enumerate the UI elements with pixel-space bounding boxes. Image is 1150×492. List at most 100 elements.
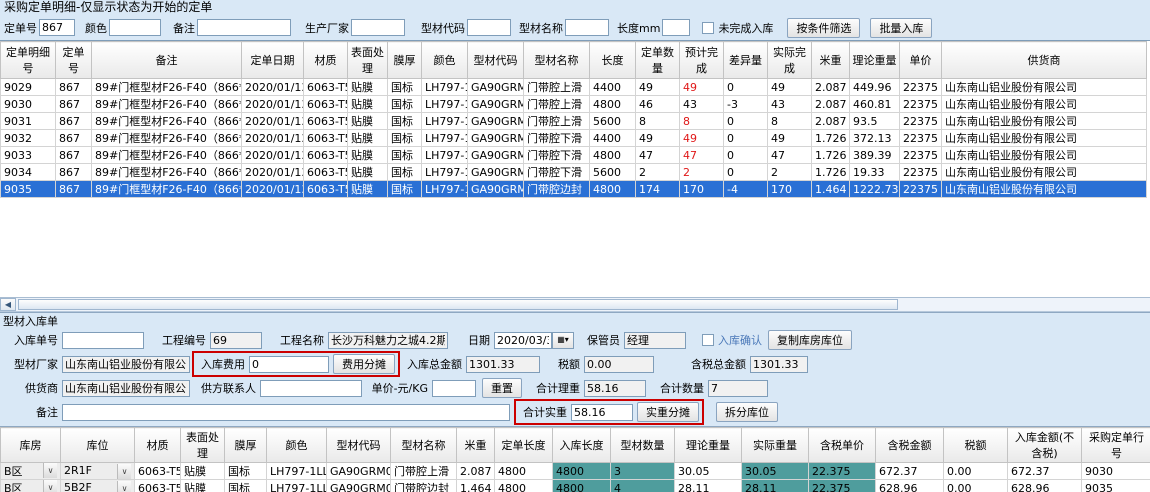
total-theory-weight-input[interactable] [584,380,646,397]
actual-weight-alert-box: 合计实重 实重分摊 [514,399,704,425]
supplier-input[interactable] [62,380,190,397]
column-header[interactable]: 材质 [304,42,348,79]
column-header[interactable]: 型材数量 [611,428,675,463]
column-header[interactable]: 含税金额 [876,428,944,463]
calendar-dropdown-icon[interactable]: ▦▾ [552,332,574,349]
tax-input[interactable] [584,356,654,373]
dropdown-arrow-icon[interactable]: ∨ [43,463,57,478]
table-cell: 5600 [590,164,636,181]
unfinished-inbound-checkbox[interactable] [702,22,714,34]
tax-total-input[interactable] [750,356,808,373]
column-header[interactable]: 长度 [590,42,636,79]
table-cell: 4800 [590,96,636,113]
column-header[interactable]: 备注 [92,42,242,79]
date-input[interactable] [494,332,552,349]
column-header[interactable]: 表面处理 [181,428,225,463]
column-header[interactable]: 理论重量 [850,42,900,79]
column-header[interactable]: 实际完成 [768,42,812,79]
inbound-fee-input[interactable] [249,356,329,373]
manufacturer-filter-input[interactable] [351,19,405,36]
inbound-total-input[interactable] [466,356,540,373]
table-cell: 4400 [590,79,636,96]
table-cell: 6063-T5 [304,147,348,164]
column-header[interactable]: 膜厚 [388,42,422,79]
scrollbar-thumb[interactable] [18,299,898,310]
column-header[interactable]: 定单数量 [636,42,680,79]
scroll-left-arrow-icon[interactable]: ◀ [0,298,16,311]
remark-input[interactable] [62,404,510,421]
table-row[interactable]: 903086789#门框型材F26-F40（866*867）2020/01/13… [1,96,1147,113]
filter-by-condition-button[interactable]: 按条件筛选 [787,18,860,38]
batch-inbound-button[interactable]: 批量入库 [870,18,932,38]
column-header[interactable]: 材质 [135,428,181,463]
column-header[interactable]: 定单明细号 [1,42,56,79]
inbound-no-input[interactable] [62,332,144,349]
order-no-input[interactable] [39,19,75,36]
table-row[interactable]: 903186789#门框型材F26-F40（866*867）2020/01/13… [1,113,1147,130]
project-name-input[interactable] [328,332,448,349]
table-cell: GA90GRM03 [468,96,524,113]
column-header[interactable]: 实际重量 [742,428,809,463]
column-header[interactable]: 膜厚 [225,428,267,463]
column-header[interactable]: 库房 [1,428,61,463]
remark-filter-input[interactable] [197,19,291,36]
inbound-form-section: 型材入库单 入库单号 工程编号 工程名称 日期 ▦▾ 保管员 入库确认 复制库房… [0,312,1150,492]
column-header[interactable]: 采购定单行号 [1082,428,1150,463]
table-cell: 4800 [495,463,553,480]
total-qty-input[interactable] [708,380,768,397]
column-header[interactable]: 定单号 [56,42,92,79]
dropdown-arrow-icon[interactable]: ∨ [43,480,57,492]
split-location-button[interactable]: 拆分库位 [716,402,778,422]
column-header[interactable]: 入库长度 [553,428,611,463]
table-row[interactable]: 903286789#门框型材F26-F40（866*867）2020/01/13… [1,130,1147,147]
inbound-confirm-checkbox[interactable] [702,334,714,346]
table-row[interactable]: 903386789#门框型材F26-F40（866*867）2020/01/13… [1,147,1147,164]
table-row[interactable]: 903586789#门框型材F26-F40（866*867）2020/01/13… [1,181,1147,198]
column-header[interactable]: 定单长度 [495,428,553,463]
column-header[interactable]: 型材名称 [391,428,457,463]
supplier-contact-input[interactable] [260,380,362,397]
fee-allocate-button[interactable]: 费用分摊 [333,354,395,374]
dropdown-arrow-icon[interactable]: ∨ [117,464,131,479]
column-header[interactable]: 型材代码 [327,428,391,463]
actual-weight-allocate-button[interactable]: 实重分摊 [637,402,699,422]
column-header[interactable]: 颜色 [267,428,327,463]
column-header[interactable]: 型材代码 [468,42,524,79]
column-header[interactable]: 库位 [61,428,135,463]
column-header[interactable]: 税额 [944,428,1008,463]
column-header[interactable]: 表面处理 [348,42,388,79]
column-header[interactable]: 米重 [812,42,850,79]
column-header[interactable]: 米重 [457,428,495,463]
color-filter-input[interactable] [109,19,161,36]
column-header[interactable]: 供货商 [942,42,1147,79]
column-header[interactable]: 理论重量 [675,428,742,463]
table-row[interactable]: 903486789#门框型材F26-F40（866*867）2020/01/13… [1,164,1147,181]
table-row[interactable]: B区∨5B2F∨6063-T5贴膜国标LH797-1LL0GA90GRM05门带… [1,480,1150,492]
column-header[interactable]: 颜色 [422,42,468,79]
profile-name-filter-input[interactable] [565,19,609,36]
column-header[interactable]: 差异量 [724,42,768,79]
total-actual-weight-input[interactable] [571,404,633,421]
table-cell: 49 [680,130,724,147]
table-cell: 山东南山铝业股份有限公司 [942,130,1147,147]
table-cell: 867 [56,96,92,113]
column-header[interactable]: 预计完成 [680,42,724,79]
copy-warehouse-location-button[interactable]: 复制库房库位 [768,330,852,350]
dropdown-arrow-icon[interactable]: ∨ [117,481,131,492]
table-row[interactable]: B区∨2R1F∨6063-T5贴膜国标LH797-1LL0GA90GRM03门带… [1,463,1150,480]
unit-price-input[interactable] [432,380,476,397]
column-header[interactable]: 含税单价 [809,428,876,463]
table-row[interactable]: 902986789#门框型材F26-F40（866*867）2020/01/13… [1,79,1147,96]
column-header[interactable]: 型材名称 [524,42,590,79]
length-filter-input[interactable] [662,19,690,36]
supplier-label: 供货商 [8,380,58,396]
reset-button[interactable]: 重置 [482,378,522,398]
project-no-input[interactable] [210,332,262,349]
keeper-input[interactable] [624,332,686,349]
column-header[interactable]: 单价 [900,42,942,79]
column-header[interactable]: 定单日期 [242,42,304,79]
column-header[interactable]: 入库金额(不含税) [1008,428,1082,463]
profile-code-filter-input[interactable] [467,19,511,36]
profile-factory-input[interactable] [62,356,190,373]
table-cell: 贴膜 [348,113,388,130]
